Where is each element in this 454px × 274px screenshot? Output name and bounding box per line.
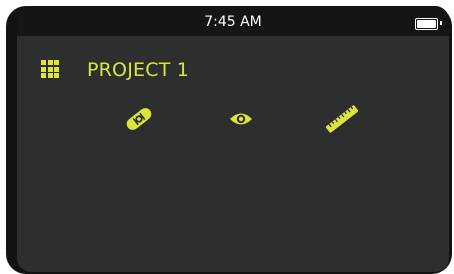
project-header: PROJECT 1 (17, 58, 449, 82)
status-bar: 7:45 AM (17, 6, 449, 36)
level-tool-icon[interactable] (122, 104, 156, 134)
tool-bar (17, 102, 449, 142)
app-screen: 7:45 AM PROJECT 1 (17, 6, 449, 272)
battery-terminal (440, 21, 442, 25)
ruler-measure-icon[interactable] (322, 103, 362, 135)
status-time: 7:45 AM (204, 14, 262, 30)
battery-level (417, 20, 436, 28)
eye-view-icon[interactable] (229, 110, 253, 128)
device-frame: 7:45 AM PROJECT 1 (6, 6, 452, 274)
grid-menu-icon[interactable] (41, 60, 59, 78)
project-title: PROJECT 1 (87, 59, 190, 81)
battery-full-icon (415, 18, 438, 30)
